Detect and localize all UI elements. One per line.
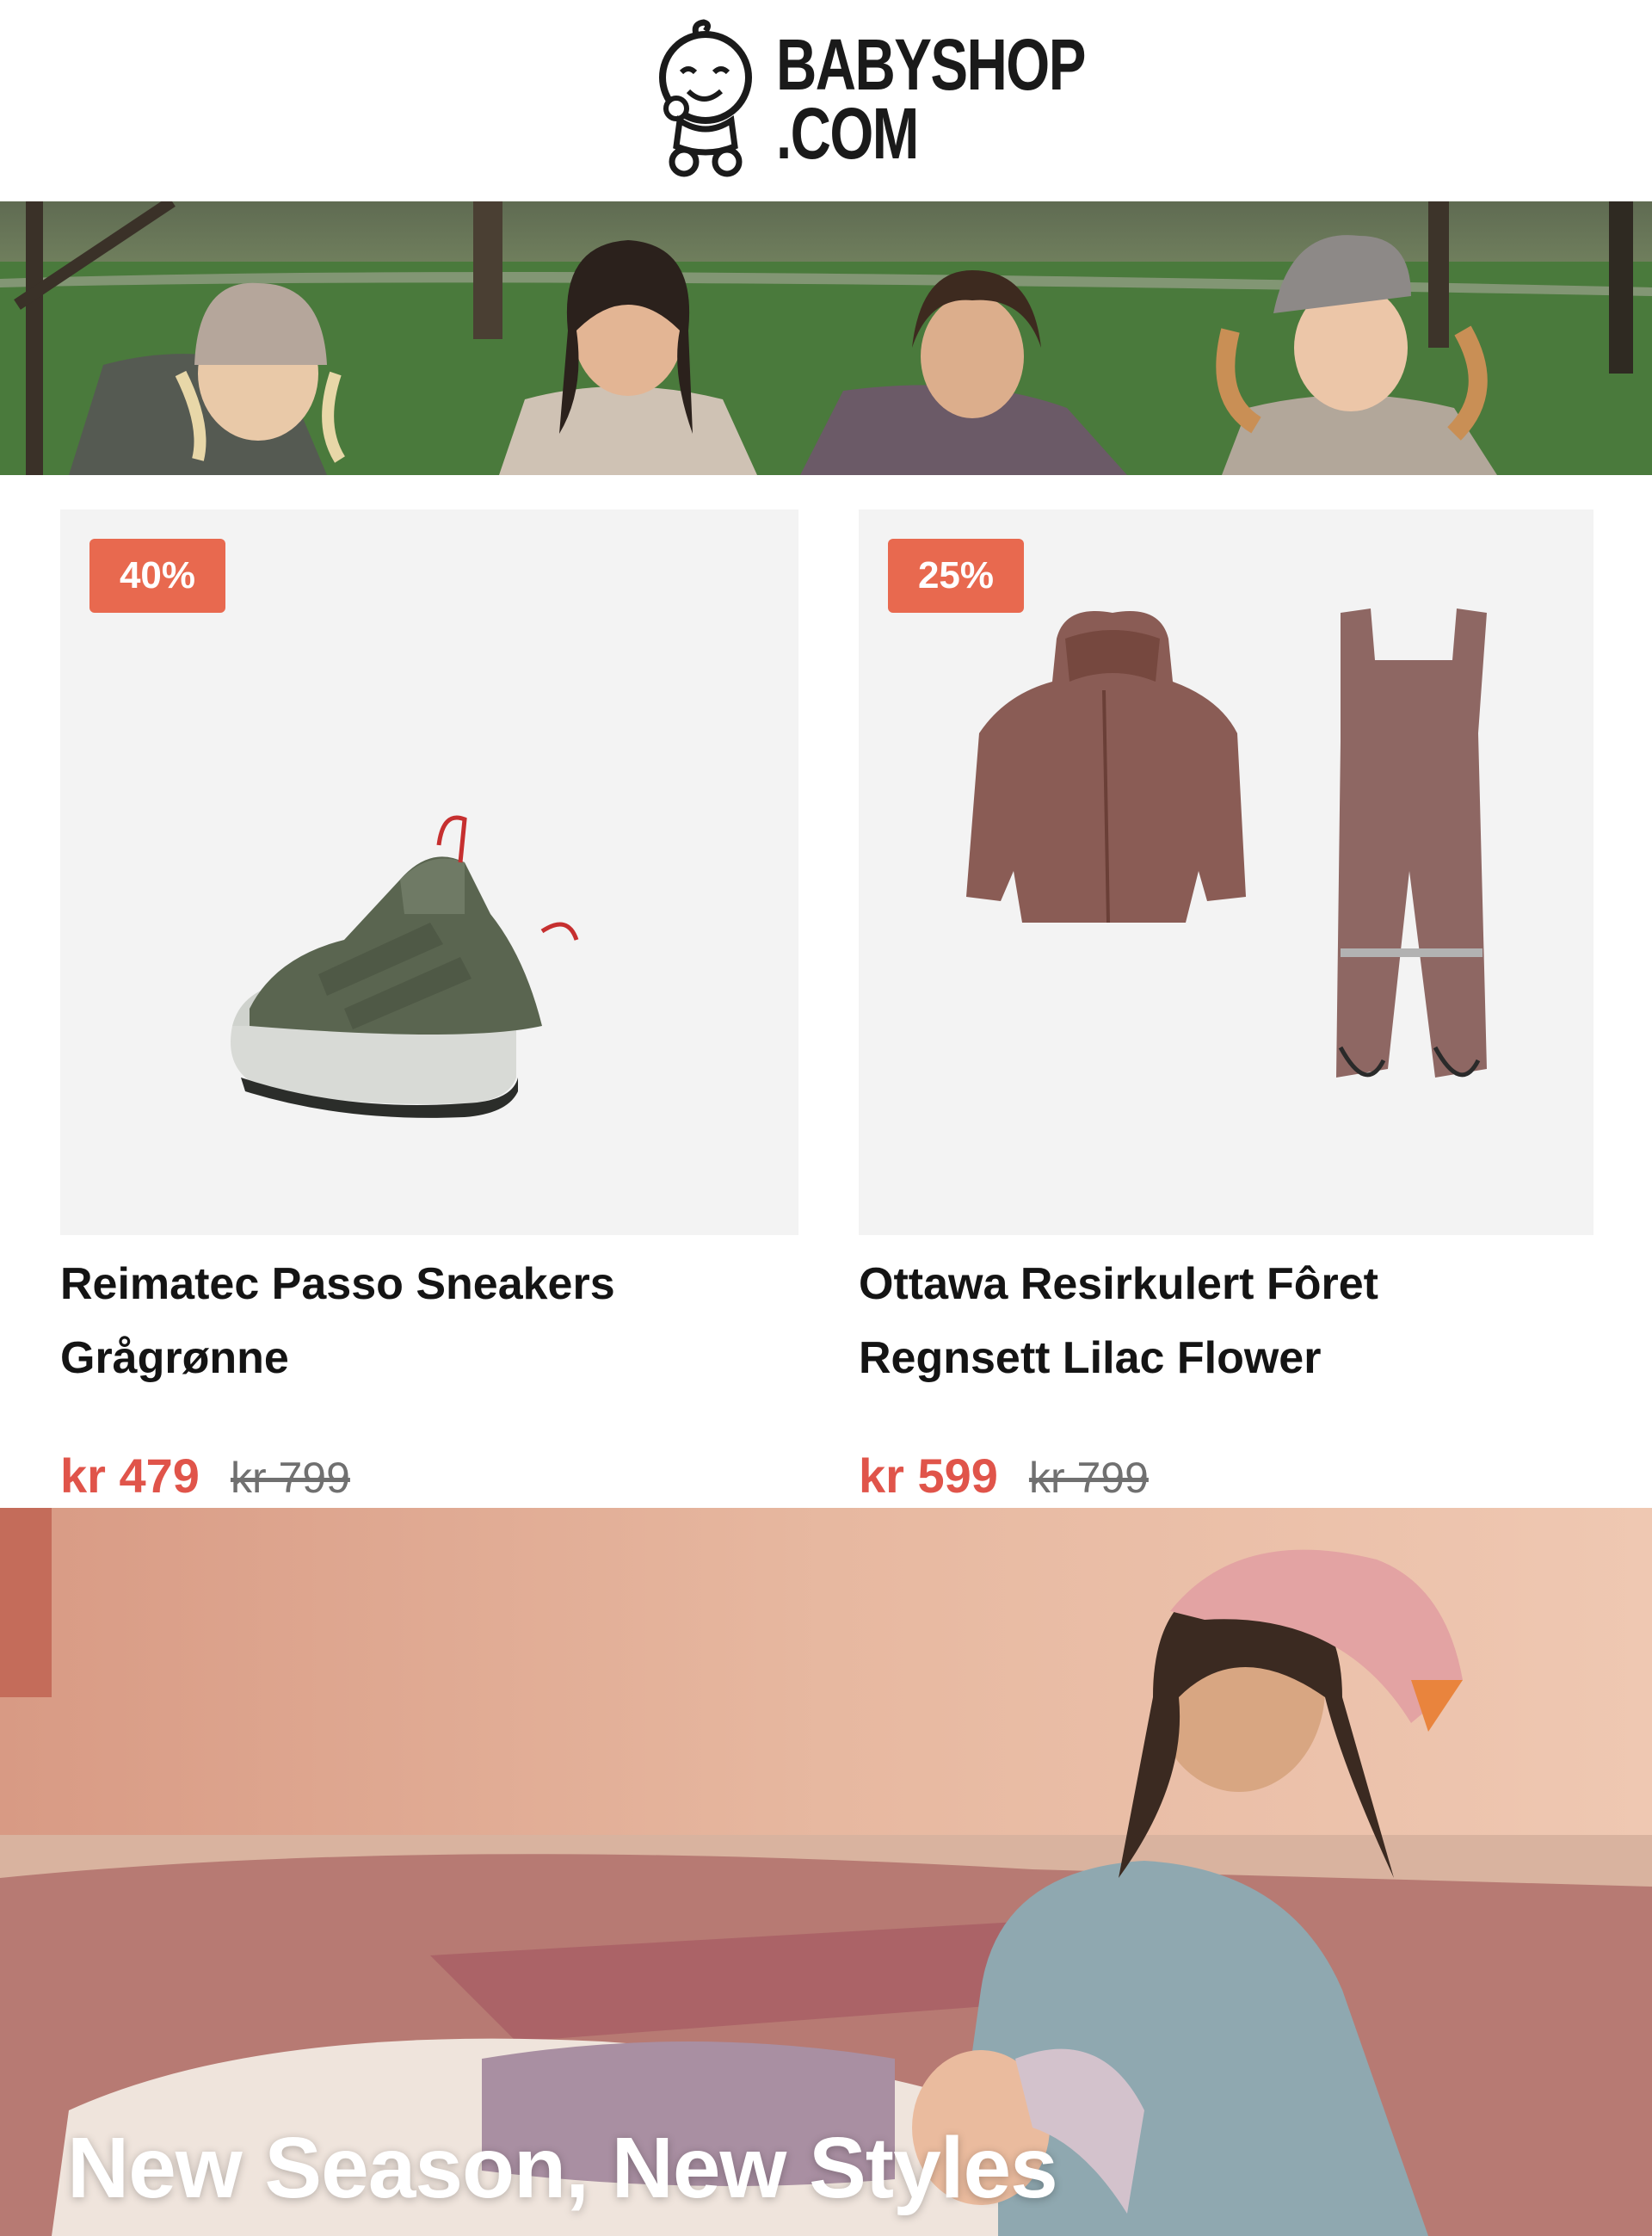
green-sneaker-icon — [231, 815, 579, 1118]
babyshop-logo[interactable]: BABYSHOP .COM — [654, 17, 1172, 181]
discount-badge: 40% — [89, 539, 225, 613]
original-price: kr 799 — [230, 1454, 350, 1502]
baby-logo-icon — [659, 19, 752, 177]
product-name-line-1: Ottawa Resirkulert Fôret — [859, 1259, 1378, 1309]
product-name-line-1: Reimatec Passo Sneakers — [60, 1259, 615, 1309]
hero-banner[interactable] — [0, 201, 1652, 475]
discount-badge: 25% — [888, 539, 1024, 613]
banner-title: New Season, New Styles — [67, 2120, 1058, 2216]
logo-line-2: .COM — [776, 93, 919, 174]
product-name[interactable]: Ottawa Resirkulert Fôret Regnsett Lilac … — [859, 1247, 1593, 1411]
sale-price: kr 599 — [859, 1448, 998, 1503]
sale-price: kr 479 — [60, 1448, 200, 1503]
product-image[interactable]: 40% — [60, 510, 798, 1235]
product-name-line-2: Grågrønne — [60, 1333, 289, 1383]
hero-kids-photo-icon — [0, 201, 1652, 475]
site-header: BABYSHOP .COM — [0, 0, 1652, 201]
logo-line-1: BABYSHOP — [776, 24, 1086, 105]
price-row: kr 479 kr 799 — [60, 1448, 350, 1504]
price-row: kr 599 kr 799 — [859, 1448, 1149, 1504]
product-card[interactable]: 25% Ottawa Resirkulert Fôret Regnsett Li… — [859, 510, 1593, 1503]
logo-wordmark: BABYSHOP .COM — [776, 24, 1086, 174]
rain-set-icon — [966, 608, 1487, 1078]
new-season-banner[interactable]: New Season, New Styles — [0, 1508, 1652, 2236]
product-card[interactable]: 40% Reimatec Passo Sneakers Grågrønne kr… — [60, 510, 798, 1503]
product-image[interactable]: 25% — [859, 510, 1593, 1235]
original-price: kr 799 — [1028, 1454, 1149, 1502]
product-name-line-2: Regnsett Lilac Flower — [859, 1333, 1322, 1383]
product-name[interactable]: Reimatec Passo Sneakers Grågrønne — [60, 1247, 798, 1411]
